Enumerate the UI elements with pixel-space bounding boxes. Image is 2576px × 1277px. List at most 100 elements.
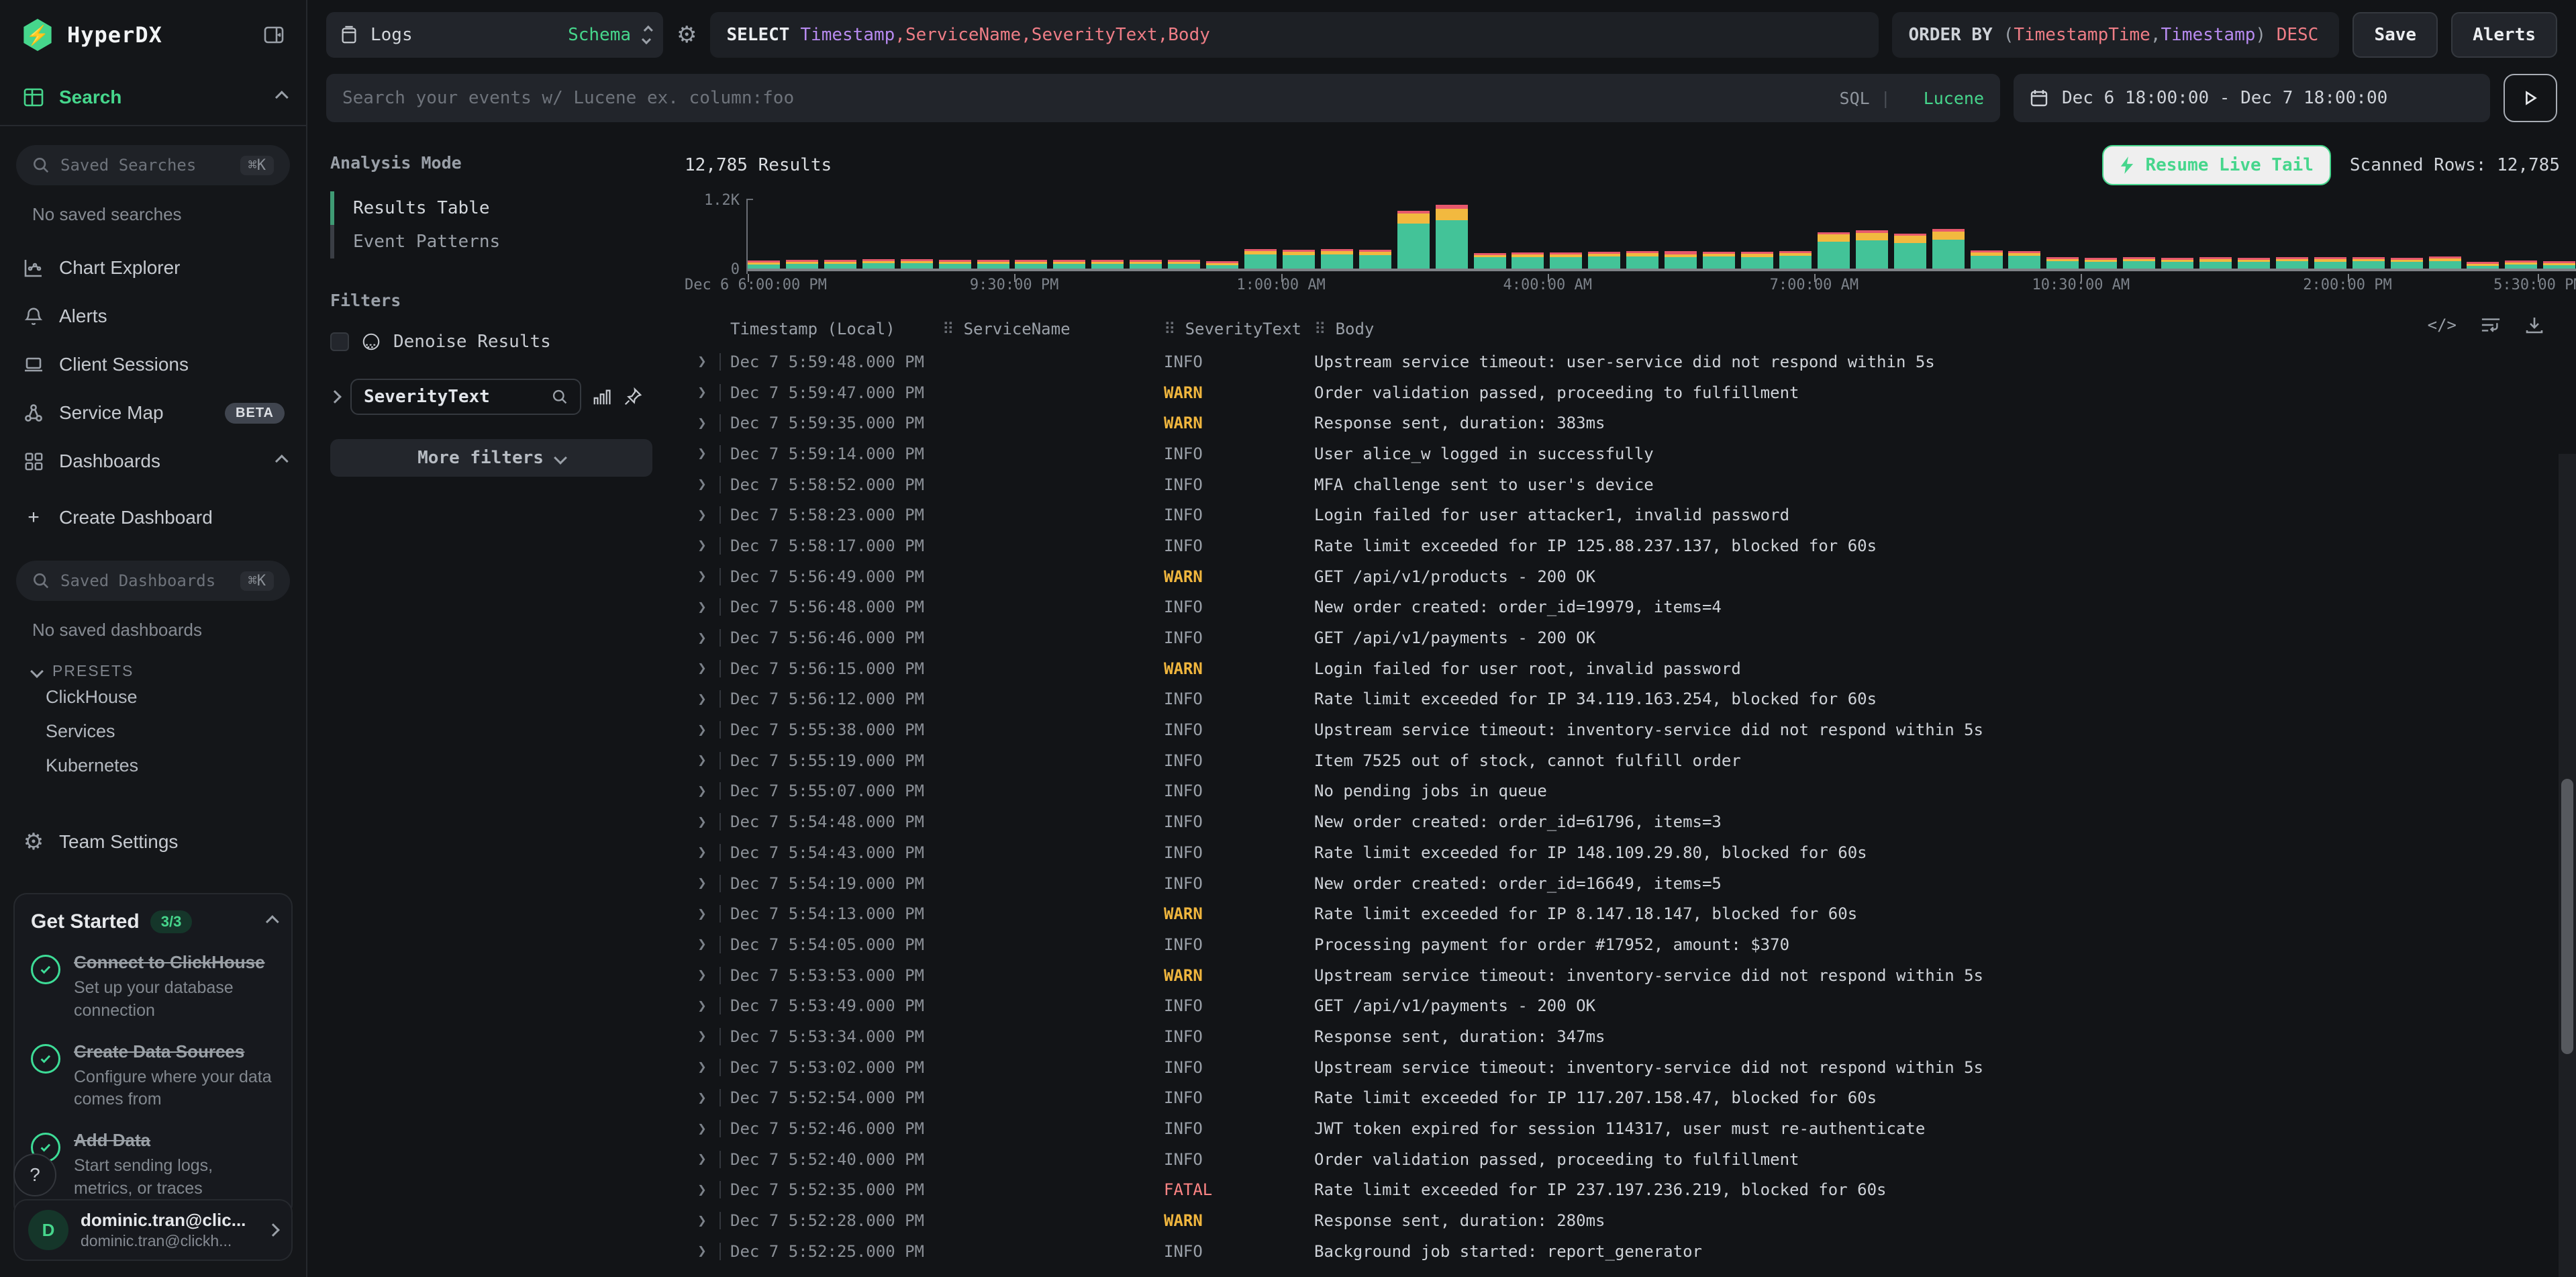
date-range-picker[interactable]: Dec 6 18:00:00 - Dec 7 18:00:00	[2014, 74, 2490, 122]
row-expand-icon[interactable]: ❯	[685, 353, 720, 370]
col-body[interactable]: ⠿Body	[1314, 320, 2576, 338]
histogram-bar[interactable]	[1168, 260, 1200, 269]
row-expand-icon[interactable]: ❯	[685, 1151, 720, 1168]
col-servicename[interactable]: ⠿ServiceName	[942, 320, 1164, 338]
table-row[interactable]: ❯ Dec 7 5:53:34.000 PM INFO Response sen…	[685, 1021, 2576, 1052]
row-expand-icon[interactable]: ❯	[685, 967, 720, 984]
histogram-bars[interactable]	[748, 199, 2576, 271]
row-expand-icon[interactable]: ❯	[685, 537, 720, 554]
get-started-step[interactable]: Create Data Sources Configure where your…	[31, 1041, 275, 1112]
histogram-bar[interactable]	[1283, 250, 1315, 269]
table-row[interactable]: ❯ Dec 7 5:59:47.000 PM WARN Order valida…	[685, 377, 2576, 408]
row-expand-icon[interactable]: ❯	[685, 660, 720, 677]
search-icon[interactable]	[552, 389, 568, 405]
histogram-bar[interactable]	[862, 259, 895, 269]
histogram-bar[interactable]	[786, 260, 818, 269]
table-row[interactable]: ❯ Dec 7 5:55:38.000 PM INFO Upstream ser…	[685, 714, 2576, 745]
histogram-bar[interactable]	[2008, 251, 2040, 269]
user-card[interactable]: D dominic.tran@clic... dominic.tran@clic…	[13, 1199, 293, 1261]
histogram-bar[interactable]	[2429, 256, 2461, 269]
row-expand-icon[interactable]: ❯	[685, 384, 720, 401]
chevron-up-icon[interactable]	[275, 455, 289, 468]
histogram-bar[interactable]	[2391, 258, 2423, 269]
row-expand-icon[interactable]: ❯	[685, 783, 720, 800]
row-expand-icon[interactable]: ❯	[685, 752, 720, 769]
histogram-bar[interactable]	[2276, 257, 2308, 269]
row-expand-icon[interactable]: ❯	[685, 1090, 720, 1106]
source-select[interactable]: Logs Schema	[326, 12, 663, 58]
chevron-up-icon[interactable]	[275, 91, 289, 104]
row-expand-icon[interactable]: ❯	[685, 1028, 720, 1045]
histogram-bar[interactable]	[1512, 252, 1544, 269]
table-row[interactable]: ❯ Dec 7 5:54:19.000 PM INFO New order cr…	[685, 868, 2576, 899]
select-query-input[interactable]: SELECT Timestamp,ServiceName,SeverityTex…	[710, 12, 1879, 58]
severity-filter-field[interactable]: SeverityText	[350, 379, 581, 415]
table-row[interactable]: ❯ Dec 7 5:56:49.000 PM WARN GET /api/v1/…	[685, 561, 2576, 592]
presets-header[interactable]: PRESETS	[0, 641, 306, 680]
histogram-bar[interactable]	[977, 260, 1009, 269]
sidebar-item-team-settings[interactable]: ⚙ Team Settings	[0, 818, 306, 866]
source-settings-gear-icon[interactable]: ⚙	[677, 21, 697, 48]
histogram-bar[interactable]	[1397, 211, 1430, 269]
table-row[interactable]: ❯ Dec 7 5:58:52.000 PM INFO MFA challeng…	[685, 469, 2576, 500]
drag-handle-icon[interactable]: ⠿	[1164, 320, 1176, 338]
histogram-bar[interactable]	[1206, 261, 1238, 269]
table-row[interactable]: ❯ Dec 7 5:52:25.000 PM INFO Background j…	[685, 1236, 2576, 1267]
row-expand-icon[interactable]: ❯	[685, 998, 720, 1014]
sidebar-item-search[interactable]: Search	[0, 70, 306, 126]
pin-icon[interactable]	[623, 387, 643, 407]
table-row[interactable]: ❯ Dec 7 5:56:48.000 PM INFO New order cr…	[685, 592, 2576, 623]
row-expand-icon[interactable]: ❯	[685, 1213, 720, 1229]
drag-handle-icon[interactable]: ⠿	[942, 320, 954, 338]
histogram-bar[interactable]	[901, 259, 933, 269]
row-expand-icon[interactable]: ❯	[685, 1059, 720, 1076]
histogram-bar[interactable]	[1130, 260, 1162, 269]
histogram-bar[interactable]	[2352, 257, 2385, 269]
schema-link[interactable]: Schema	[568, 25, 631, 45]
preset-services[interactable]: Services	[0, 714, 306, 749]
histogram-bar[interactable]	[1932, 229, 1965, 269]
histogram-bar[interactable]	[1053, 260, 1085, 269]
histogram-bar[interactable]	[2161, 258, 2193, 269]
histogram-bar[interactable]	[1626, 251, 1658, 269]
chevron-up-icon[interactable]	[266, 915, 279, 929]
histogram-bar[interactable]	[1550, 252, 1582, 269]
row-expand-icon[interactable]: ❯	[685, 722, 720, 739]
histogram-bar[interactable]	[1244, 249, 1277, 269]
get-started-step[interactable]: Connect to ClickHouse Set up your databa…	[31, 952, 275, 1023]
table-row[interactable]: ❯ Dec 7 5:53:53.000 PM WARN Upstream ser…	[685, 960, 2576, 991]
table-row[interactable]: ❯ Dec 7 5:58:23.000 PM INFO Login failed…	[685, 500, 2576, 530]
row-expand-icon[interactable]: ❯	[685, 507, 720, 524]
resume-live-tail-button[interactable]: Resume Live Tail	[2102, 145, 2330, 185]
lang-sql-toggle[interactable]: SQL	[1840, 89, 1870, 108]
table-row[interactable]: ❯ Dec 7 5:56:46.000 PM INFO GET /api/v1/…	[685, 622, 2576, 653]
table-row[interactable]: ❯ Dec 7 5:52:54.000 PM INFO Rate limit e…	[685, 1083, 2576, 1114]
table-row[interactable]: ❯ Dec 7 5:54:13.000 PM WARN Rate limit e…	[685, 898, 2576, 929]
get-started-step[interactable]: Add Data Start sending logs, metrics, or…	[31, 1130, 275, 1200]
histogram-bar[interactable]	[1971, 250, 2003, 269]
histogram-bar[interactable]	[1436, 205, 1468, 269]
histogram-bar[interactable]	[1703, 252, 1735, 269]
histogram-bar[interactable]	[2505, 261, 2537, 269]
table-row[interactable]: ❯ Dec 7 5:59:48.000 PM INFO Upstream ser…	[685, 346, 2576, 377]
sidebar-collapse-icon[interactable]	[263, 24, 285, 46]
run-query-button[interactable]	[2504, 74, 2557, 122]
table-row[interactable]: ❯ Dec 7 5:54:05.000 PM INFO Processing p…	[685, 929, 2576, 960]
table-row[interactable]: ❯ Dec 7 5:55:07.000 PM INFO No pending j…	[685, 776, 2576, 807]
chart-filter-icon[interactable]	[592, 387, 612, 407]
saved-searches-input[interactable]: Saved Searches ⌘K	[16, 145, 290, 185]
row-expand-icon[interactable]: ❯	[685, 630, 720, 647]
histogram-bar[interactable]	[1818, 232, 1850, 269]
table-row[interactable]: ❯ Dec 7 5:53:49.000 PM INFO GET /api/v1/…	[685, 990, 2576, 1021]
row-expand-icon[interactable]: ❯	[685, 906, 720, 923]
row-expand-icon[interactable]: ❯	[685, 814, 720, 831]
histogram-bar[interactable]	[2314, 257, 2346, 269]
chevron-right-icon[interactable]	[328, 390, 342, 404]
denoise-checkbox[interactable]	[330, 332, 349, 351]
table-row[interactable]: ❯ Dec 7 5:53:02.000 PM INFO Upstream ser…	[685, 1052, 2576, 1083]
histogram-bar[interactable]	[1321, 249, 1353, 269]
scrollbar-thumb[interactable]	[2561, 779, 2573, 1054]
table-row[interactable]: ❯ Dec 7 5:56:12.000 PM INFO Rate limit e…	[685, 684, 2576, 715]
histogram-bar[interactable]	[2123, 257, 2155, 269]
table-row[interactable]: ❯ Dec 7 5:52:46.000 PM INFO JWT token ex…	[685, 1113, 2576, 1144]
